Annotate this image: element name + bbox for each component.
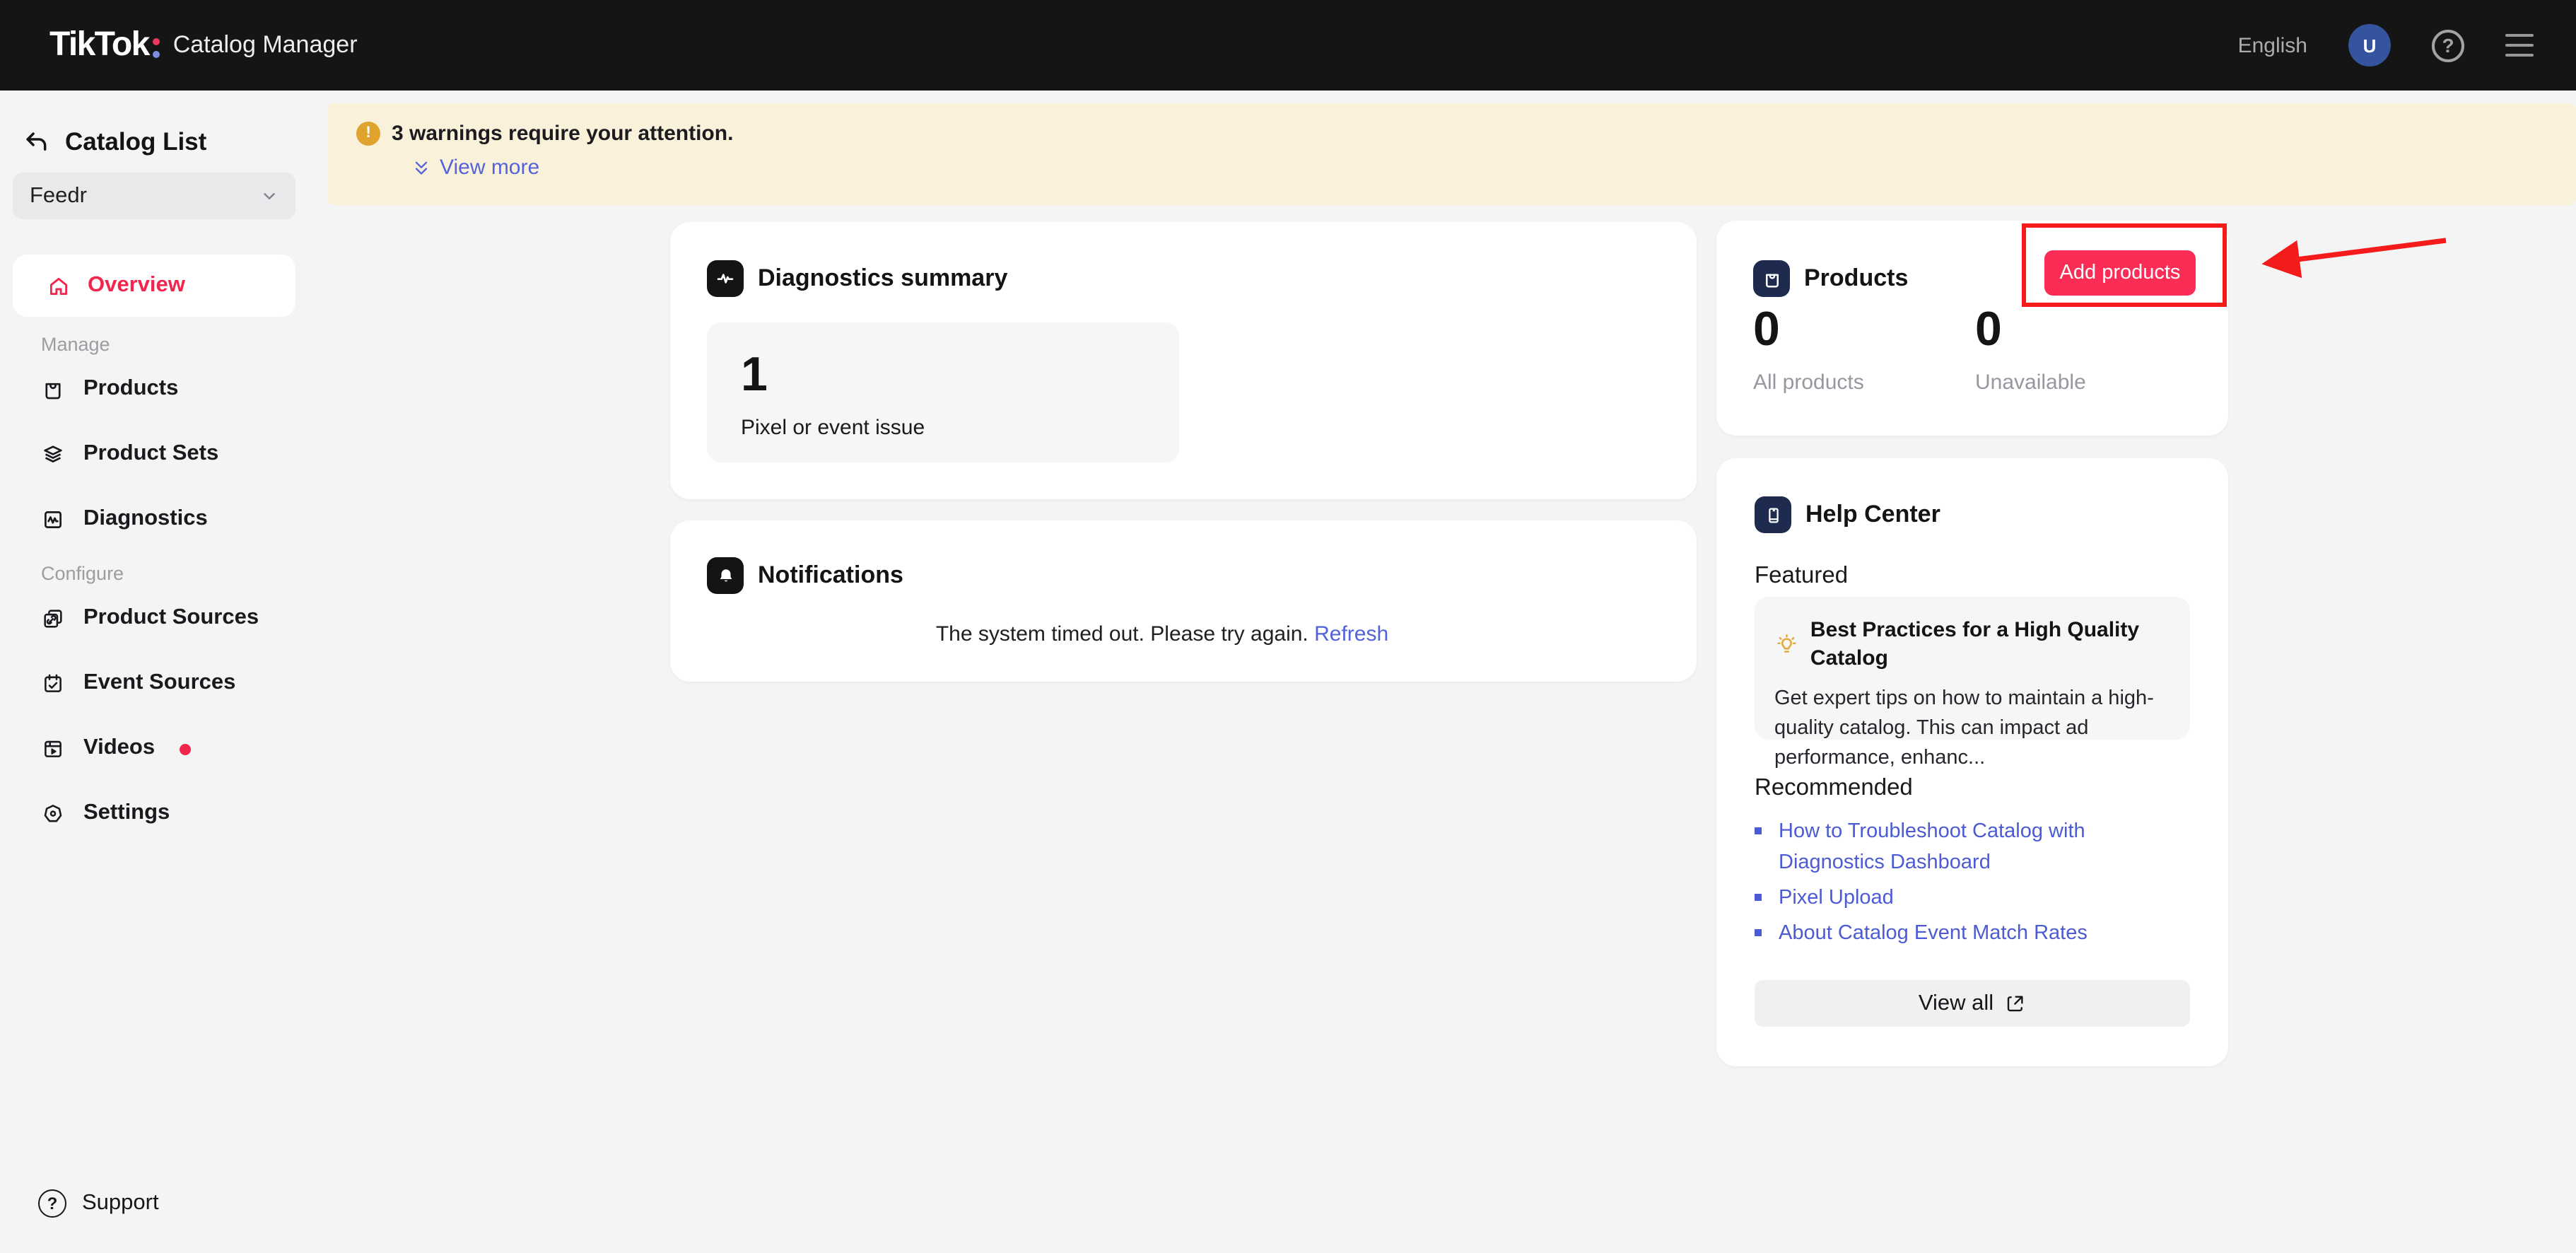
app-header: TikTok Catalog Manager English U ? (0, 0, 2576, 91)
app-title: Catalog Manager (172, 31, 358, 58)
notifications-message: The system timed out. Please try again. … (935, 622, 1389, 646)
sidebar-item-label: Event Sources (83, 670, 236, 694)
videos-notification-dot (179, 743, 191, 754)
bell-icon (707, 557, 744, 594)
support-help-icon: ? (38, 1189, 66, 1218)
recommended-link[interactable]: About Catalog Event Match Rates (1755, 918, 2186, 949)
warning-banner: ! 3 warnings require your attention. Vie… (328, 103, 2576, 205)
view-more-link[interactable]: View more (411, 156, 2576, 180)
annotation-arrow-icon (2261, 238, 2447, 279)
tiktok-logo-colon-icon (153, 38, 160, 58)
warning-icon: ! (356, 122, 380, 146)
back-to-catalog-list[interactable]: Catalog List (13, 124, 295, 158)
recommended-link[interactable]: How to Troubleshoot Catalog with Diagnos… (1755, 816, 2186, 878)
diagnostics-summary-card: Diagnostics summary 1 Pixel or event iss… (670, 222, 1697, 499)
stat-unavailable: 0 Unavailable (1975, 305, 2086, 395)
external-link-icon (2007, 996, 2023, 1012)
stat-label: Unavailable (1975, 371, 2086, 395)
header-actions: English U ? (2238, 24, 2534, 66)
sidebar-item-label: Videos (83, 735, 156, 759)
products-card: Products Add products 0 All products 0 U… (1716, 221, 2228, 436)
card-title: Help Center (1805, 501, 1940, 528)
sidebar-item-videos[interactable]: Videos (13, 716, 295, 781)
sidebar-item-settings[interactable]: Settings (13, 781, 295, 846)
bullet-icon (1755, 827, 1762, 834)
sidebar-item-products[interactable]: Products (13, 356, 295, 421)
notifications-card: Notifications The system timed out. Plea… (670, 520, 1697, 682)
videos-icon (45, 740, 62, 757)
sidebar-title: Catalog List (65, 127, 207, 155)
language-selector[interactable]: English (2238, 33, 2307, 57)
issue-label: Pixel or event issue (741, 416, 925, 440)
featured-article[interactable]: Best Practices for a High Quality Catalo… (1755, 597, 2190, 769)
card-title: Products (1804, 264, 1909, 291)
view-all-button[interactable]: View all (1755, 980, 2190, 1027)
sidebar-item-overview[interactable]: Overview (13, 255, 295, 317)
recommended-heading: Recommended (1755, 775, 1913, 800)
featured-title: Best Practices for a High Quality Catalo… (1810, 618, 2140, 670)
products-icon (45, 382, 61, 399)
diagnostics-issue-tile[interactable]: 1 Pixel or event issue (707, 322, 1179, 462)
sidebar-item-diagnostics[interactable]: Diagnostics (13, 486, 295, 552)
stat-all-products: 0 All products (1753, 305, 1864, 395)
avatar[interactable]: U (2348, 24, 2391, 66)
catalog-selector[interactable]: Feedr (13, 173, 295, 219)
brand: TikTok Catalog Manager (49, 25, 358, 65)
featured-description: Get expert tips on how to maintain a hig… (1774, 687, 2154, 769)
bullet-icon (1755, 929, 1762, 936)
sidebar-item-label: Overview (88, 273, 185, 297)
product-sets-icon (44, 445, 62, 462)
recommended-links: How to Troubleshoot Catalog with Diagnos… (1755, 816, 2186, 953)
issue-count: 1 (741, 348, 768, 402)
menu-icon[interactable] (2505, 34, 2534, 57)
section-label-manage: Manage (41, 333, 110, 354)
book-icon (1755, 496, 1791, 533)
home-icon (49, 276, 68, 295)
support-button[interactable]: ? Support (0, 1189, 308, 1253)
event-sources-icon (45, 673, 62, 692)
sidebar-item-label: Product Sources (83, 605, 259, 629)
tiktok-logo: TikTok (49, 25, 150, 64)
settings-icon (44, 804, 62, 822)
sidebar-item-event-sources[interactable]: Event Sources (13, 651, 295, 716)
help-icon[interactable]: ? (2432, 29, 2464, 62)
help-center-card: Help Center Featured Best Practices for … (1716, 458, 2228, 1066)
sidebar-item-label: Products (83, 376, 179, 400)
section-label-configure: Configure (41, 562, 124, 583)
pulse-icon (707, 260, 744, 297)
sidebar-item-product-sets[interactable]: Product Sets (13, 421, 295, 486)
warning-text: 3 warnings require your attention. (392, 122, 734, 146)
featured-heading: Featured (1755, 563, 1849, 588)
support-label: Support (82, 1191, 159, 1215)
card-title: Diagnostics summary (758, 264, 1008, 291)
diagnostics-icon (45, 511, 62, 528)
chevron-down-icon (264, 193, 275, 199)
refresh-link[interactable]: Refresh (1314, 622, 1388, 646)
sidebar-item-label: Settings (83, 800, 170, 824)
card-title: Notifications (758, 561, 903, 588)
stat-value: 0 (1975, 303, 2002, 356)
sidebar-item-label: Diagnostics (83, 506, 208, 530)
catalog-manager-app: TikTok Catalog Manager English U ? Catal… (0, 0, 2576, 1253)
double-chevron-down-icon (415, 161, 428, 174)
bag-icon (1753, 260, 1790, 297)
recommended-link[interactable]: Pixel Upload (1755, 882, 2186, 914)
back-icon (26, 132, 47, 151)
stat-value: 0 (1753, 303, 1780, 356)
bulb-icon (1777, 634, 1796, 653)
product-sources-icon (44, 609, 62, 627)
catalog-selector-value: Feedr (30, 183, 87, 207)
sidebar-item-label: Product Sets (83, 441, 219, 465)
sidebar-item-product-sources[interactable]: Product Sources (13, 585, 295, 651)
sidebar: Catalog List Feedr Overview Manage Produ… (0, 91, 308, 1253)
add-products-button[interactable]: Add products (2044, 250, 2196, 296)
bullet-icon (1755, 894, 1762, 901)
stat-label: All products (1753, 371, 1864, 395)
